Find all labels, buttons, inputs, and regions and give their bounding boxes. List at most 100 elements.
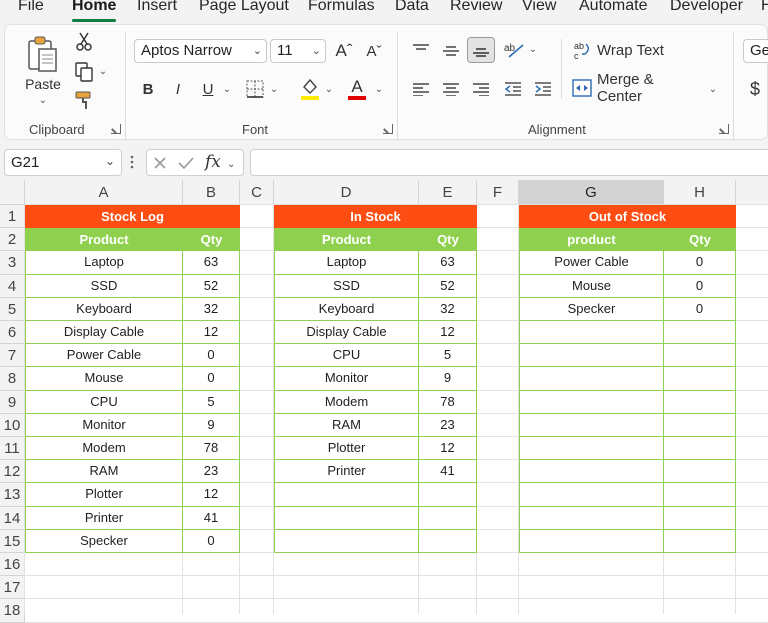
- orientation-icon[interactable]: ab: [501, 37, 527, 61]
- qty-cell[interactable]: 0: [664, 274, 736, 298]
- qty-cell[interactable]: [664, 390, 736, 414]
- row-header-14[interactable]: 14: [0, 506, 25, 530]
- product-cell[interactable]: [519, 483, 664, 507]
- borders-dropdown-chevron-icon[interactable]: ⌄: [268, 81, 280, 97]
- wrap-text-icon[interactable]: ab c: [571, 39, 593, 61]
- qty-cell[interactable]: [664, 413, 736, 437]
- font-name-select[interactable]: Aptos Narrow ⌄: [134, 39, 267, 63]
- qty-cell[interactable]: [419, 506, 477, 530]
- product-cell[interactable]: Display Cable: [274, 321, 419, 345]
- column-header-a[interactable]: A: [25, 180, 183, 205]
- product-cell[interactable]: [519, 506, 664, 530]
- qty-cell[interactable]: 0: [664, 251, 736, 275]
- select-all-button[interactable]: [0, 180, 25, 205]
- product-cell[interactable]: Keyboard: [274, 297, 419, 321]
- qty-cell[interactable]: 9: [419, 367, 477, 391]
- font-color-dropdown-chevron-icon[interactable]: ⌄: [373, 81, 385, 97]
- column-header-c[interactable]: C: [240, 180, 274, 205]
- product-cell[interactable]: Modem: [274, 390, 419, 414]
- borders-icon[interactable]: [243, 77, 267, 101]
- product-cell[interactable]: [519, 460, 664, 484]
- italic-button[interactable]: I: [167, 77, 189, 101]
- product-cell[interactable]: [519, 321, 664, 345]
- qty-cell[interactable]: [419, 529, 477, 553]
- cancel-formula-icon[interactable]: [152, 155, 168, 171]
- font-color-icon[interactable]: A: [345, 75, 369, 103]
- qty-cell[interactable]: [664, 344, 736, 368]
- column-header-h[interactable]: H: [664, 180, 736, 205]
- row-header-16[interactable]: 16: [0, 553, 25, 577]
- underline-dropdown-chevron-icon[interactable]: ⌄: [221, 81, 233, 97]
- product-cell[interactable]: Modem: [25, 437, 183, 461]
- product-cell[interactable]: [519, 437, 664, 461]
- table-header-cell[interactable]: Qty: [664, 228, 736, 252]
- number-format-select[interactable]: Gen: [743, 39, 768, 63]
- product-cell[interactable]: [519, 390, 664, 414]
- product-cell[interactable]: SSD: [274, 274, 419, 298]
- row-header-6[interactable]: 6: [0, 321, 25, 345]
- row-header-15[interactable]: 15: [0, 529, 25, 553]
- product-cell[interactable]: SSD: [25, 274, 183, 298]
- qty-cell[interactable]: 12: [183, 321, 240, 345]
- insert-function-button[interactable]: fx: [205, 152, 227, 174]
- wrap-text-button[interactable]: Wrap Text: [597, 39, 669, 61]
- row-header-2[interactable]: 2: [0, 228, 25, 252]
- row-header-18[interactable]: 18: [0, 599, 25, 623]
- product-cell[interactable]: Display Cable: [25, 321, 183, 345]
- enter-formula-icon[interactable]: [177, 155, 195, 171]
- qty-cell[interactable]: 0: [183, 344, 240, 368]
- qty-cell[interactable]: [664, 506, 736, 530]
- qty-cell[interactable]: 0: [664, 297, 736, 321]
- decrease-indent-icon[interactable]: [501, 77, 525, 101]
- table-header-cell[interactable]: Product: [274, 228, 419, 252]
- product-cell[interactable]: Mouse: [519, 274, 664, 298]
- product-cell[interactable]: Laptop: [274, 251, 419, 275]
- font-dialog-launcher-icon[interactable]: [383, 124, 393, 134]
- qty-cell[interactable]: 78: [183, 437, 240, 461]
- row-header-4[interactable]: 4: [0, 274, 25, 298]
- column-header-e[interactable]: E: [419, 180, 477, 205]
- qty-cell[interactable]: 63: [183, 251, 240, 275]
- qty-cell[interactable]: 78: [419, 390, 477, 414]
- qty-cell[interactable]: 63: [419, 251, 477, 275]
- insert-function-chevron-icon[interactable]: ⌄: [227, 154, 239, 170]
- product-cell[interactable]: Specker: [25, 529, 183, 553]
- product-cell[interactable]: Printer: [274, 460, 419, 484]
- paste-icon[interactable]: [23, 31, 63, 79]
- row-header-9[interactable]: 9: [0, 390, 25, 414]
- product-cell[interactable]: CPU: [274, 344, 419, 368]
- column-header-g[interactable]: G: [519, 180, 664, 205]
- tab-data[interactable]: Data: [395, 0, 429, 15]
- name-box[interactable]: G21 ⌄: [4, 149, 122, 176]
- table-title-in-stock[interactable]: In Stock: [274, 205, 477, 229]
- cut-icon[interactable]: [73, 31, 95, 53]
- tab-developer[interactable]: Developer: [670, 0, 743, 15]
- tab-formulas[interactable]: Formulas: [308, 0, 375, 15]
- bottom-align-icon[interactable]: [467, 37, 495, 63]
- product-cell[interactable]: [519, 344, 664, 368]
- tab-help-partial[interactable]: H: [761, 0, 768, 15]
- orientation-dropdown-chevron-icon[interactable]: ⌄: [527, 41, 539, 57]
- table-header-cell[interactable]: Qty: [183, 228, 240, 252]
- qty-cell[interactable]: 0: [183, 367, 240, 391]
- qty-cell[interactable]: 12: [419, 321, 477, 345]
- qty-cell[interactable]: [419, 483, 477, 507]
- qty-cell[interactable]: 0: [183, 529, 240, 553]
- product-cell[interactable]: [274, 529, 419, 553]
- formula-input[interactable]: [250, 149, 768, 176]
- fill-color-icon[interactable]: [297, 75, 323, 103]
- qty-cell[interactable]: 12: [183, 483, 240, 507]
- qty-cell[interactable]: 23: [419, 413, 477, 437]
- qty-cell[interactable]: 52: [183, 274, 240, 298]
- qty-cell[interactable]: [664, 437, 736, 461]
- product-cell[interactable]: RAM: [274, 413, 419, 437]
- align-center-icon[interactable]: [439, 77, 463, 101]
- copy-dropdown-chevron-icon[interactable]: ⌄: [97, 63, 109, 79]
- product-cell[interactable]: Monitor: [25, 413, 183, 437]
- product-cell[interactable]: Mouse: [25, 367, 183, 391]
- table-header-cell[interactable]: Product: [25, 228, 183, 252]
- qty-cell[interactable]: 23: [183, 460, 240, 484]
- row-header-7[interactable]: 7: [0, 344, 25, 368]
- increase-indent-icon[interactable]: [531, 77, 555, 101]
- middle-align-icon[interactable]: [439, 39, 463, 61]
